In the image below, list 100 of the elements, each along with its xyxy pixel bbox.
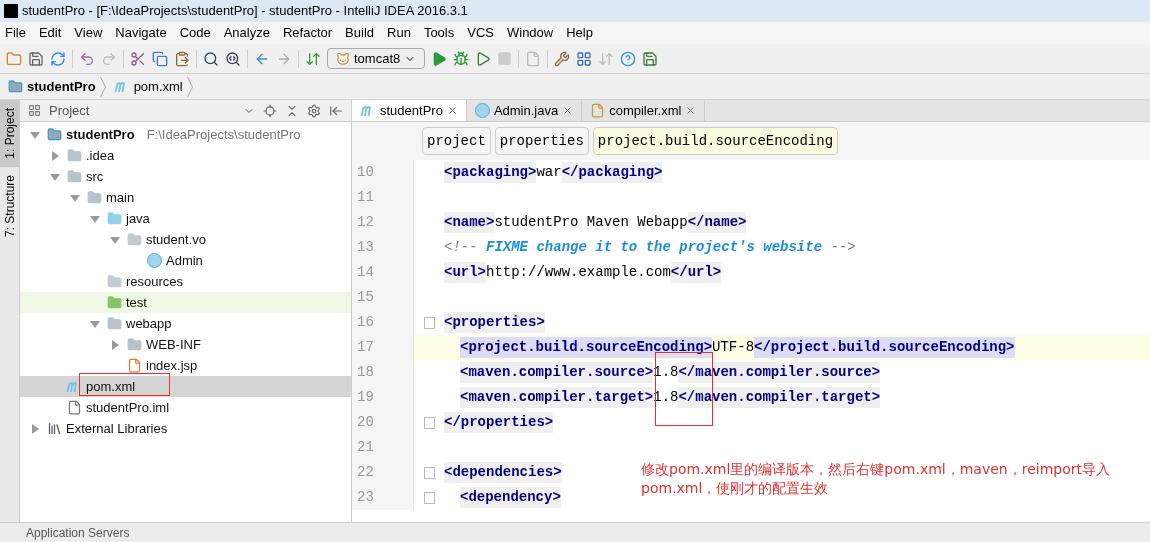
- tree-item[interactable]: test: [20, 292, 351, 313]
- breadcrumb-item[interactable]: studentPro: [27, 76, 96, 97]
- tree-label: webapp: [126, 314, 172, 333]
- code-token: </properties>: [444, 412, 554, 433]
- expand-arrow-icon[interactable]: [30, 423, 40, 434]
- line-number: 16: [352, 310, 414, 335]
- separator-chevron-icon: [186, 76, 193, 97]
- tree-item[interactable]: .idea: [20, 145, 351, 166]
- redo-icon[interactable]: [101, 50, 117, 67]
- save-icon[interactable]: [642, 50, 659, 67]
- expand-arrow-icon[interactable]: [50, 150, 60, 161]
- tag-path-button[interactable]: properties: [494, 127, 589, 155]
- tree-label: main: [106, 188, 135, 207]
- line-number: 10: [352, 160, 414, 185]
- menu-item[interactable]: Window: [506, 23, 554, 43]
- menu-item[interactable]: Code: [179, 23, 211, 43]
- collapse-arrow-icon[interactable]: [30, 129, 40, 140]
- tree-item[interactable]: src: [20, 166, 351, 187]
- sort-icon[interactable]: [305, 50, 321, 67]
- code-token: <properties>: [444, 312, 545, 333]
- menu-item[interactable]: Run: [387, 23, 411, 43]
- grid-icon[interactable]: [576, 50, 593, 67]
- project-view-icon: [28, 104, 41, 117]
- undo-icon[interactable]: [79, 50, 95, 67]
- code-token: </name>: [687, 212, 747, 233]
- locate-icon[interactable]: [263, 103, 277, 118]
- wrench-icon[interactable]: [554, 50, 571, 67]
- expand-arrow-icon[interactable]: [110, 339, 120, 350]
- editor-tab[interactable]: studentPro: [352, 100, 467, 121]
- folder-icon: [126, 337, 142, 352]
- tree-item[interactable]: index.jsp: [20, 355, 351, 376]
- menu-item[interactable]: Help: [566, 23, 593, 43]
- tag-path-button[interactable]: project.build.sourceEncoding: [592, 127, 839, 155]
- menu-item[interactable]: Tools: [423, 23, 455, 43]
- tree-item[interactable]: studentPro.iml: [20, 397, 351, 418]
- bug-icon[interactable]: [453, 50, 470, 67]
- menu-item[interactable]: Edit: [38, 23, 62, 43]
- tree-item[interactable]: main: [20, 187, 351, 208]
- breadcrumb-item[interactable]: pom.xml: [133, 76, 183, 97]
- fold-marker-icon[interactable]: [423, 491, 435, 504]
- help-icon[interactable]: [620, 50, 637, 67]
- open-folder-icon[interactable]: [6, 50, 22, 67]
- paste-icon[interactable]: [174, 50, 190, 67]
- menu-item[interactable]: Analyze: [223, 23, 270, 43]
- cut-icon[interactable]: [130, 50, 146, 67]
- menu-item[interactable]: File: [5, 23, 26, 43]
- side-tab[interactable]: 1: Project: [0, 100, 19, 167]
- close-icon[interactable]: [562, 105, 574, 116]
- tree-label: java: [126, 209, 150, 228]
- close-icon[interactable]: [446, 105, 458, 116]
- tree-item[interactable]: java: [20, 208, 351, 229]
- copy-icon[interactable]: [152, 50, 168, 67]
- collapse-arrow-icon[interactable]: [90, 213, 100, 224]
- tag-path-button[interactable]: project: [422, 127, 491, 155]
- fold-marker-icon[interactable]: [423, 466, 435, 479]
- collapse-all-icon[interactable]: [285, 103, 299, 118]
- class-icon: [474, 103, 490, 118]
- folder-icon: [66, 169, 82, 184]
- code-token: </packaging>: [561, 162, 663, 183]
- fold-marker-icon[interactable]: [423, 416, 435, 429]
- menu-item[interactable]: Navigate: [115, 23, 167, 43]
- hide-panel-icon[interactable]: [329, 103, 343, 118]
- close-icon[interactable]: [685, 105, 697, 116]
- search-icon[interactable]: [203, 50, 219, 67]
- code-token: <url>: [444, 262, 486, 283]
- code-token: studentPro Maven Webapp: [494, 213, 688, 232]
- tree-item[interactable]: student.vo: [20, 229, 351, 250]
- run-config-dropdown[interactable]: tomcat8: [327, 48, 426, 69]
- settings-icon[interactable]: [307, 103, 321, 118]
- tree-label: test: [126, 293, 147, 312]
- collapse-arrow-icon[interactable]: [50, 171, 60, 182]
- folder-icon: [106, 295, 122, 310]
- menu-item[interactable]: Refactor: [282, 23, 333, 43]
- code-token: </url>: [670, 262, 722, 283]
- file-icon[interactable]: [525, 50, 542, 67]
- save-icon[interactable]: [28, 50, 44, 67]
- menu-item[interactable]: Build: [345, 23, 374, 43]
- collapse-arrow-icon[interactable]: [90, 318, 100, 329]
- tree-item[interactable]: External Libraries: [20, 418, 351, 439]
- code-token: <dependencies>: [444, 462, 562, 483]
- tree-item[interactable]: studentPro F:\IdeaProjects\studentPro: [20, 124, 351, 145]
- sync-icon[interactable]: [50, 50, 66, 67]
- side-tab[interactable]: 7: Structure: [0, 166, 19, 245]
- code-token: <!--: [444, 238, 479, 257]
- tree-item[interactable]: Admin: [20, 250, 351, 271]
- run-icon[interactable]: [431, 50, 448, 67]
- tree-item[interactable]: pom.xml: [20, 376, 351, 397]
- tree-item[interactable]: WEB-INF: [20, 334, 351, 355]
- code-token: <maven.compiler.target>: [460, 387, 654, 408]
- menu-item[interactable]: View: [74, 23, 103, 43]
- code-token: http://www.example.com: [486, 263, 671, 282]
- tree-item[interactable]: webapp: [20, 313, 351, 334]
- menu-item[interactable]: VCS: [467, 23, 494, 43]
- folder-icon: [126, 232, 142, 247]
- tree-item[interactable]: resources: [20, 271, 351, 292]
- tree-label: student.vo: [146, 230, 206, 249]
- tree-label: Admin: [166, 251, 203, 270]
- collapse-arrow-icon[interactable]: [110, 234, 120, 245]
- collapse-arrow-icon[interactable]: [70, 192, 80, 203]
- fold-marker-icon[interactable]: [423, 316, 435, 329]
